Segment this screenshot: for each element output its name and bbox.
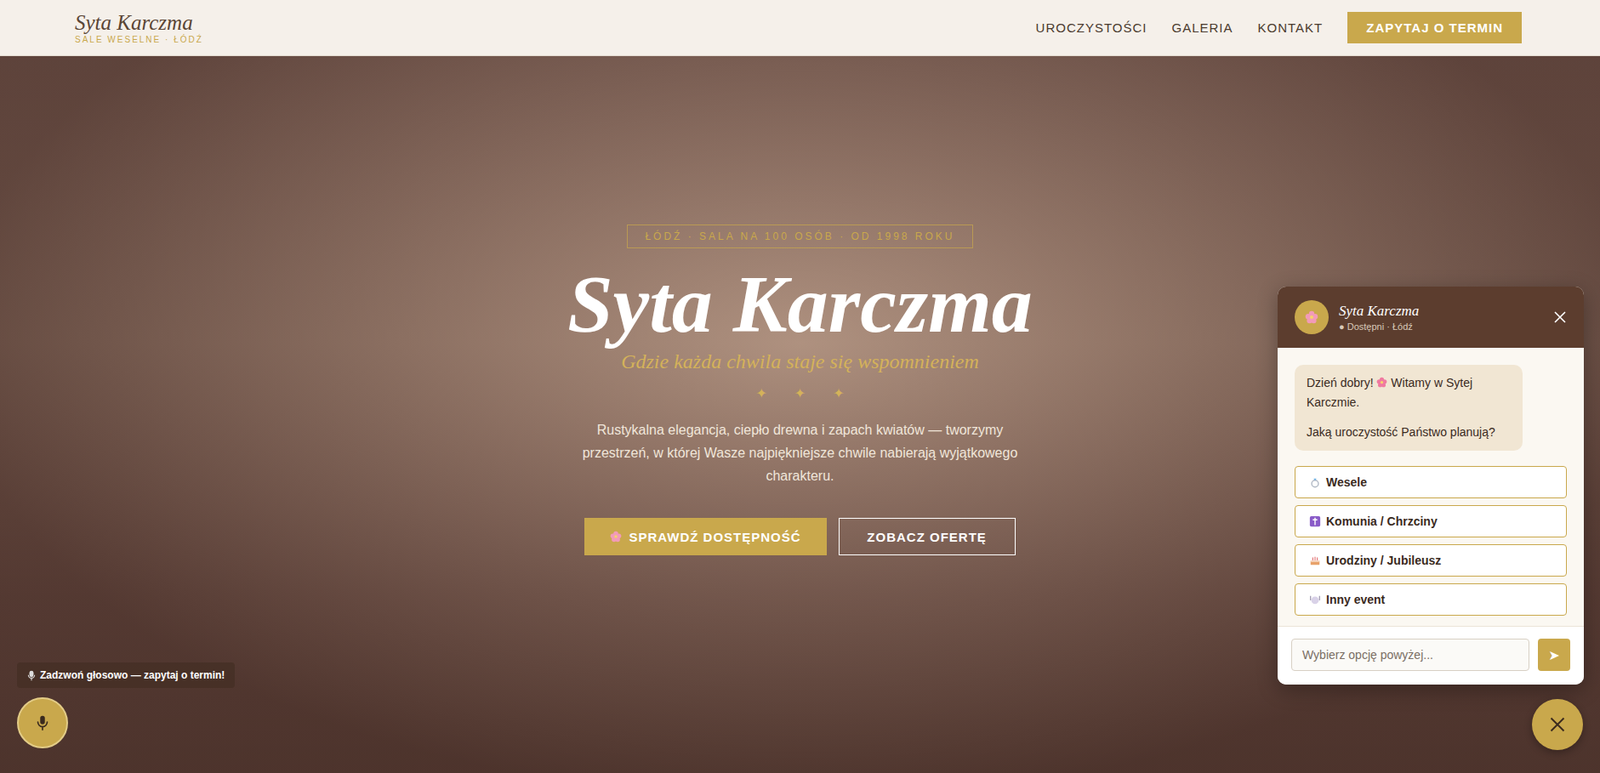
plate-icon: [1309, 593, 1321, 606]
flower-icon: [609, 530, 622, 543]
voice-call-button[interactable]: [17, 697, 69, 749]
voice-tooltip: Zadzwoń głosowo — zapytaj o termin!: [17, 662, 235, 689]
flower-icon: [1376, 376, 1388, 388]
ornaments: ✦✦✦: [755, 385, 844, 402]
cross-icon: [1309, 515, 1321, 528]
chat-widget: Syta Karczma ● Dostępni · Łódź Dzień dob…: [1277, 286, 1584, 685]
send-button[interactable]: ➤: [1537, 638, 1571, 672]
close-icon[interactable]: [1553, 310, 1567, 325]
hero-badge: ŁÓDŹ · SALA NA 100 OSÓB · OD 1998 ROKU: [626, 224, 973, 249]
chat-input-row: Wybierz opcję powyżej... ➤: [1277, 626, 1584, 685]
ask-date-button[interactable]: ZAPYTAJ O TERMIN: [1347, 11, 1522, 44]
chat-option[interactable]: Urodziny / Jubileusz: [1294, 544, 1567, 577]
chat-avatar: [1294, 300, 1329, 335]
nav-link[interactable]: UROCZYSTOŚCI: [1036, 20, 1148, 35]
hero-description: Rustykalna elegancja, ciepło drewna i za…: [562, 418, 1039, 489]
page: Syta Karczma SALE WESELNE · ŁÓDŹ UROCZYS…: [0, 0, 1600, 773]
hero-button[interactable]: SPRAWDŹ DOSTĘPNOŚĆ: [584, 518, 826, 556]
nav-link[interactable]: KONTAKT: [1258, 20, 1324, 35]
chat-option[interactable]: Komunia / Chrzciny: [1294, 505, 1567, 538]
microphone-icon: [27, 670, 36, 682]
logo[interactable]: Syta Karczma SALE WESELNE · ŁÓDŹ: [74, 11, 204, 45]
flower-icon: [1304, 310, 1319, 325]
close-icon: [1548, 716, 1566, 734]
chat-option[interactable]: Inny event: [1294, 583, 1567, 616]
chat-header: Syta Karczma ● Dostępni · Łódź: [1277, 286, 1584, 348]
hero-title: Syta Karczma: [567, 263, 1033, 346]
ring-icon: [1309, 476, 1321, 489]
cake-icon: [1309, 554, 1321, 567]
navbar: Syta Karczma SALE WESELNE · ŁÓDŹ UROCZYS…: [0, 0, 1600, 57]
nav-link[interactable]: GALERIA: [1172, 20, 1234, 35]
chat-body: Dzień dobry! Witamy w Sytej Karczmie. Ja…: [1277, 347, 1584, 627]
chat-option[interactable]: Wesele: [1294, 466, 1567, 499]
chat-toggle-button[interactable]: [1531, 699, 1583, 751]
hero-button[interactable]: ZOBACZ OFERTĘ: [838, 518, 1016, 556]
hero-subtitle: Gdzie każda chwila staje się wspomnienie…: [620, 350, 980, 374]
microphone-icon: [33, 713, 52, 733]
chat-input[interactable]: Wybierz opcję powyżej...: [1291, 638, 1530, 672]
chat-message: Dzień dobry! Witamy w Sytej Karczmie. Ja…: [1294, 364, 1523, 451]
